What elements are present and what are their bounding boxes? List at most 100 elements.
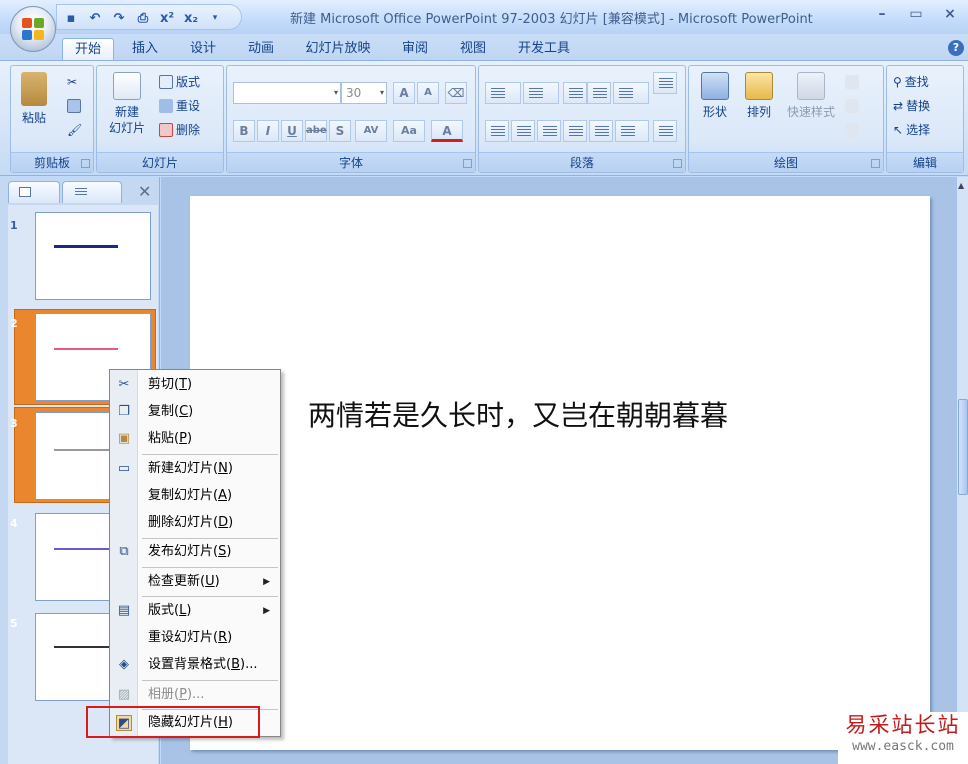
menu-item-delete-slide[interactable]: 删除幻灯片(D) [110,510,280,536]
shape-fill-button[interactable] [845,72,859,92]
font-size-combo[interactable]: 30 ▾ [341,82,387,104]
menu-item-new-slide[interactable]: ▭ 新建幻灯片(N) [110,456,280,482]
scissors-icon: ✂ [67,75,78,89]
undo-icon[interactable]: ↶ [86,9,104,27]
align-right-button[interactable] [537,120,561,142]
bold-button[interactable]: B [233,120,255,142]
font-color-button[interactable]: A [431,120,463,142]
shapes-icon [701,72,729,100]
menu-item-format-background[interactable]: ◈ 设置背景格式(B)... [110,652,280,678]
slide-number: 1 [10,219,18,232]
menu-item-reset-slide[interactable]: 重设幻灯片(R) [110,625,280,651]
strikethrough-button[interactable]: abe [305,120,327,142]
font-name-combo[interactable]: ▾ [233,82,341,104]
quick-styles-label: 快速样式 [786,105,835,119]
find-button[interactable]: ⚲ 查找 [893,72,929,92]
context-menu: ✂ 剪切(T) ❐ 复制(C) ▣ 粘贴(P) ▭ 新建幻灯片(N) 复制幻灯片(A) … [109,369,281,737]
arrange-button[interactable]: 排列 [739,72,779,120]
tab-home[interactable]: 开始 [62,38,114,60]
superscript-icon[interactable]: x² [158,9,176,27]
new-slide-button[interactable]: 新建 幻灯片 [101,72,153,136]
current-slide[interactable]: 两情若是久长时，又岂在朝朝暮暮 [190,196,930,750]
tab-outline-view[interactable] [62,181,122,203]
dialog-launcher-icon[interactable] [81,159,90,168]
distribute-button[interactable] [589,120,613,142]
delete-label: 删除 [176,123,201,137]
maximize-button[interactable]: ▭ [904,6,928,24]
text-direction-button[interactable] [653,72,677,94]
change-case-button[interactable]: Aa [393,120,425,142]
menu-item-publish-slides[interactable]: ⧉ 发布幻灯片(S) [110,539,280,565]
customize-qat-icon[interactable]: ▾ [206,9,224,27]
group-slides: 新建 幻灯片 版式 重设 删除 幻灯片 [96,65,224,173]
menu-item-cut[interactable]: ✂ 剪切(T) [110,372,280,398]
copy-button[interactable] [67,96,81,116]
shadow-button[interactable]: S [329,120,351,142]
bullets-button[interactable] [485,82,521,104]
shapes-button[interactable]: 形状 [695,72,735,120]
slide-thumbnail-1[interactable] [35,212,151,300]
italic-button[interactable]: I [257,120,279,142]
align-left-button[interactable] [485,120,509,142]
char-spacing-button[interactable]: AV [355,120,387,142]
grow-font-button[interactable]: A [393,82,415,104]
subscript-icon[interactable]: x₂ [182,9,200,27]
increase-indent-button[interactable] [587,82,611,104]
scroll-thumb[interactable] [958,399,968,495]
layout-button[interactable]: 版式 [159,72,200,92]
tab-animation[interactable]: 动画 [238,38,284,60]
menu-item-layout[interactable]: ▤ 版式(L) ▶ [110,598,280,624]
print-preview-icon[interactable]: ⎙ [134,9,152,27]
shape-outline-button[interactable] [845,96,859,116]
tab-review[interactable]: 审阅 [392,38,438,60]
replace-button[interactable]: ⇄ 替换 [893,96,930,116]
close-panel-icon[interactable]: ✕ [138,182,151,201]
menu-item-copy[interactable]: ❐ 复制(C) [110,399,280,425]
tab-view[interactable]: 视图 [450,38,496,60]
cut-button[interactable]: ✂ [67,72,77,92]
shape-effects-button[interactable] [845,120,859,140]
select-button[interactable]: ↖ 选择 [893,120,930,140]
help-icon[interactable]: ? [948,40,964,56]
save-icon[interactable]: ▪ [62,9,80,27]
group-font: ▾ 30 ▾ A A ⌫ B I U abe S AV Aa A 字体 [226,65,476,173]
minimize-button[interactable]: – [870,6,894,24]
reset-button[interactable]: 重设 [159,96,200,116]
scroll-up-icon[interactable]: ▲ [958,181,964,190]
decrease-indent-button[interactable] [563,82,587,104]
redo-icon[interactable]: ↷ [110,9,128,27]
align-center-button[interactable] [511,120,535,142]
drawing-dialog-launcher-icon[interactable] [871,159,880,168]
close-button[interactable]: × [938,6,962,24]
delete-button[interactable]: 删除 [159,120,200,140]
quick-styles-button[interactable]: 快速样式 [783,72,839,120]
replace-icon: ⇄ [893,99,904,113]
vertical-scrollbar[interactable]: ▲ [956,177,968,764]
menu-item-check-updates[interactable]: 检查更新(U) ▶ [110,569,280,595]
paragraph-dialog-launcher-icon[interactable] [673,159,682,168]
arrange-label: 排列 [746,105,771,119]
clear-format-button[interactable]: ⌫ [445,82,467,104]
slide-body-text[interactable]: 两情若是久长时，又岂在朝朝暮暮 [308,394,728,434]
tab-insert[interactable]: 插入 [122,38,168,60]
justify-button[interactable] [563,120,587,142]
office-button[interactable] [10,6,56,52]
shrink-font-button[interactable]: A [417,82,439,104]
cursor-icon: ↖ [893,123,904,137]
tab-developer[interactable]: 开发工具 [508,38,580,60]
underline-button[interactable]: U [281,120,303,142]
submenu-arrow-icon: ▶ [263,577,270,587]
columns-button[interactable] [615,120,649,142]
smartart-button[interactable] [653,120,677,142]
tab-slideshow[interactable]: 幻灯片放映 [296,38,380,60]
line-spacing-button[interactable] [613,82,649,104]
numbering-button[interactable] [523,82,559,104]
menu-item-duplicate-slide[interactable]: 复制幻灯片(A) [110,483,280,509]
tab-slides-view[interactable] [8,181,60,203]
menu-item-paste[interactable]: ▣ 粘贴(P) [110,426,280,452]
format-painter-button[interactable]: 🖌 [67,120,82,140]
font-dialog-launcher-icon[interactable] [463,159,472,168]
menu-separator [142,680,278,681]
tab-design[interactable]: 设计 [180,38,226,60]
paste-button[interactable]: 粘贴 [15,72,53,126]
